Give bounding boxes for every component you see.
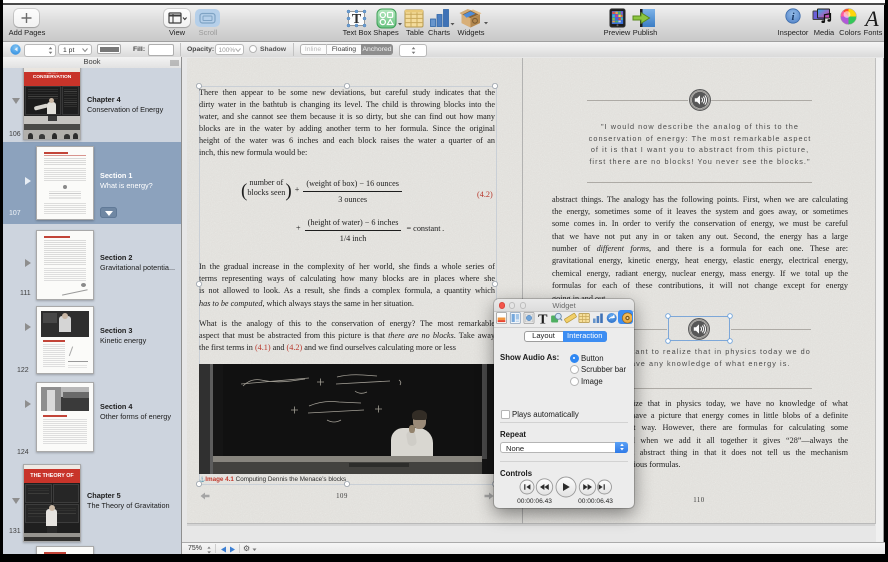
svg-text:T: T xyxy=(538,313,548,327)
